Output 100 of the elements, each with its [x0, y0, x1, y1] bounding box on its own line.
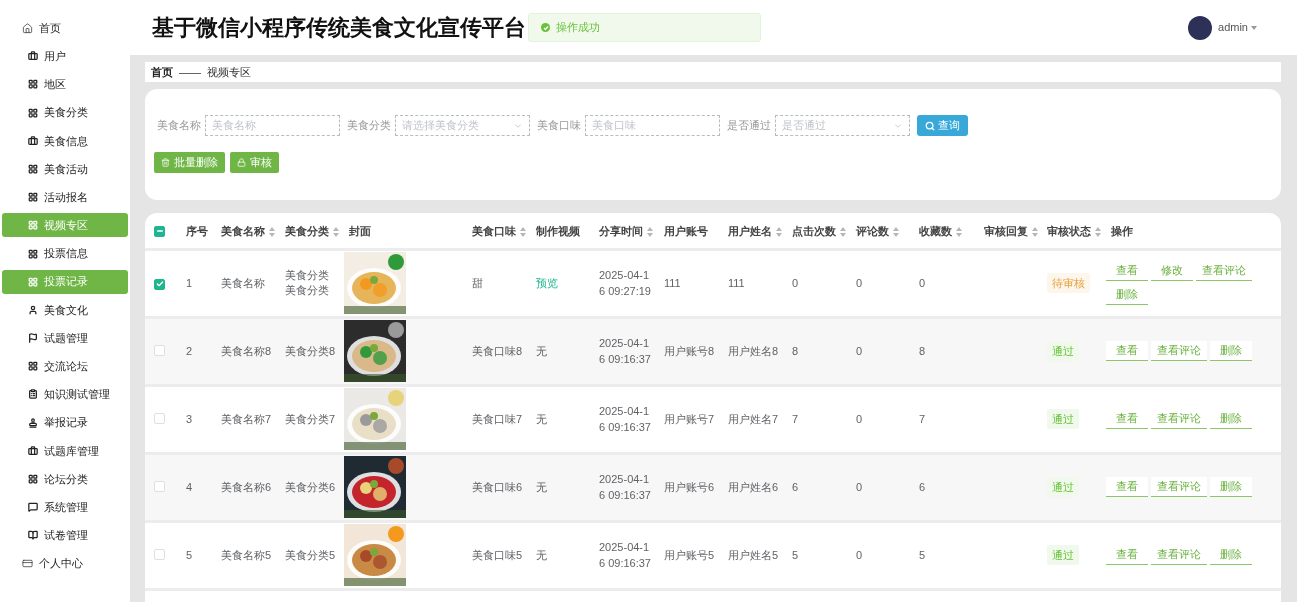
sidebar-item[interactable]: 试题管理 — [2, 326, 128, 351]
table-cell: 美食名称 — [221, 276, 265, 289]
table-cell: 美食口味6 — [472, 480, 523, 493]
grid-icon — [28, 276, 38, 287]
sidebar-item[interactable]: 地区 — [2, 72, 128, 97]
table-cell: 6 — [919, 480, 926, 493]
table-cell: 5 — [792, 548, 799, 561]
table-cell-text: 2025-04-16 09:16:37 — [599, 540, 652, 571]
table-cell: 用户账号5 — [664, 548, 715, 561]
sort-icon[interactable] — [1032, 226, 1038, 237]
sidebar-item[interactable]: 美食分类 — [2, 100, 128, 125]
column-header[interactable]: 评论数 — [856, 223, 889, 240]
table-cell: 美食口味7 — [472, 412, 523, 425]
table-cell: 0 — [919, 276, 926, 289]
grid-icon — [28, 163, 38, 174]
briefcase-icon — [28, 135, 38, 146]
sort-icon[interactable] — [269, 226, 275, 237]
table-cell: 0 — [856, 548, 863, 561]
table-cell: 用户姓名5 — [728, 548, 779, 561]
sort-icon[interactable] — [840, 226, 846, 237]
sidebar-item[interactable]: 美食文化 — [2, 297, 128, 322]
sidebar-item[interactable]: 论坛分类 — [2, 467, 128, 491]
sidebar-item[interactable]: 个人中心 — [2, 551, 128, 576]
field-label: 美食分类 — [347, 118, 391, 134]
checkbox[interactable] — [154, 278, 165, 290]
sidebar-item[interactable]: 系统管理 — [2, 495, 128, 520]
sort-icon[interactable] — [333, 226, 339, 237]
table-cell-text: 2025-04-16 09:27:19 — [599, 268, 652, 299]
column-header[interactable]: 审核状态 — [1047, 223, 1091, 240]
success-toast: 操作成功 — [528, 13, 761, 42]
sidebar-item[interactable]: 活动报名 — [2, 185, 128, 210]
user-menu[interactable]: admin — [1218, 19, 1257, 36]
breadcrumb-separator: —— — [179, 64, 201, 80]
column-header: 用户账号 — [664, 224, 708, 240]
sidebar-item[interactable]: 试卷管理 — [2, 523, 128, 548]
book-icon — [28, 530, 38, 541]
status-tag: 通过 — [1047, 408, 1079, 430]
table-cell-text: 美食分类6 — [285, 479, 337, 495]
sort-icon[interactable] — [1095, 226, 1101, 237]
sidebar-item[interactable]: 举报记录 — [2, 410, 128, 435]
grid-icon — [28, 248, 38, 259]
field-label: 美食口味 — [537, 118, 581, 134]
search-icon — [925, 120, 935, 131]
stamp-icon — [28, 417, 38, 428]
table-cell: 甜 — [472, 276, 483, 289]
sort-icon[interactable] — [956, 226, 962, 237]
sort-icon[interactable] — [893, 226, 899, 237]
grid-icon — [28, 361, 38, 372]
check-icon — [155, 280, 164, 288]
field-label: 美食名称 — [157, 118, 201, 134]
sidebar-item[interactable]: 知识测试管理 — [2, 382, 128, 407]
table-cell-text: 美食分类7 — [285, 411, 337, 427]
avatar[interactable] — [1188, 15, 1213, 40]
table-cell: 1 — [186, 276, 193, 289]
column-header[interactable]: 收藏数 — [919, 223, 952, 240]
sort-icon[interactable] — [776, 226, 782, 237]
table-cell: 无 — [536, 344, 547, 357]
column-header[interactable]: 美食口味 — [472, 223, 516, 240]
table-cell-text: 2025-04-16 09:16:37 — [599, 404, 652, 435]
column-header[interactable]: 用户姓名 — [728, 223, 772, 240]
sidebar-item[interactable]: 用户 — [2, 44, 128, 69]
sort-icon[interactable] — [647, 226, 653, 237]
status-tag: 通过 — [1047, 340, 1079, 362]
column-header[interactable]: 点击次数 — [792, 223, 836, 240]
column-header: 序号 — [186, 224, 208, 240]
table-cell: 美食名称6 — [221, 480, 272, 493]
table-cell-text: 2025-04-16 09:16:37 — [599, 472, 652, 503]
column-header[interactable]: 美食名称 — [221, 223, 265, 240]
checkbox[interactable] — [154, 225, 165, 237]
table-cell: 2 — [186, 344, 193, 357]
sort-icon[interactable] — [520, 226, 526, 237]
table-cell: 美食名称8 — [221, 344, 272, 357]
status-tag: 通过 — [1047, 544, 1079, 566]
caret-icon — [1251, 25, 1257, 30]
table-cell: 0 — [856, 344, 863, 357]
check-icon — [541, 23, 550, 32]
table-cell: 0 — [792, 276, 799, 289]
table-cell: 7 — [919, 412, 926, 425]
column-header[interactable]: 美食分类 — [285, 223, 329, 240]
table-cell-text: 美食分类美食分类 — [285, 268, 330, 298]
sidebar-item[interactable]: 试题库管理 — [2, 438, 128, 463]
column-header[interactable]: 审核回复 — [984, 223, 1028, 240]
sidebar-item[interactable]: 首页 — [2, 16, 128, 40]
table-cell: 111 — [664, 276, 681, 289]
sidebar-item[interactable]: 美食信息 — [2, 128, 128, 153]
home-icon — [22, 22, 33, 34]
table-cell: 3 — [186, 412, 193, 425]
card-icon — [22, 558, 33, 570]
sidebar-item[interactable]: 美食活动 — [2, 156, 128, 181]
breadcrumb-link[interactable]: 首页 — [151, 63, 173, 81]
sidebar-item[interactable]: 投票信息 — [2, 241, 128, 266]
flag-icon — [28, 333, 38, 344]
grid-icon — [28, 79, 38, 90]
field-label: 是否通过 — [727, 118, 771, 134]
table-cell: 用户姓名6 — [728, 480, 779, 493]
briefcase-icon — [28, 445, 38, 456]
sidebar-item[interactable]: 交流论坛 — [2, 354, 128, 379]
column-header[interactable]: 分享时间 — [599, 223, 643, 240]
table-cell: 0 — [856, 412, 863, 425]
table-cell: 用户姓名8 — [728, 344, 779, 357]
